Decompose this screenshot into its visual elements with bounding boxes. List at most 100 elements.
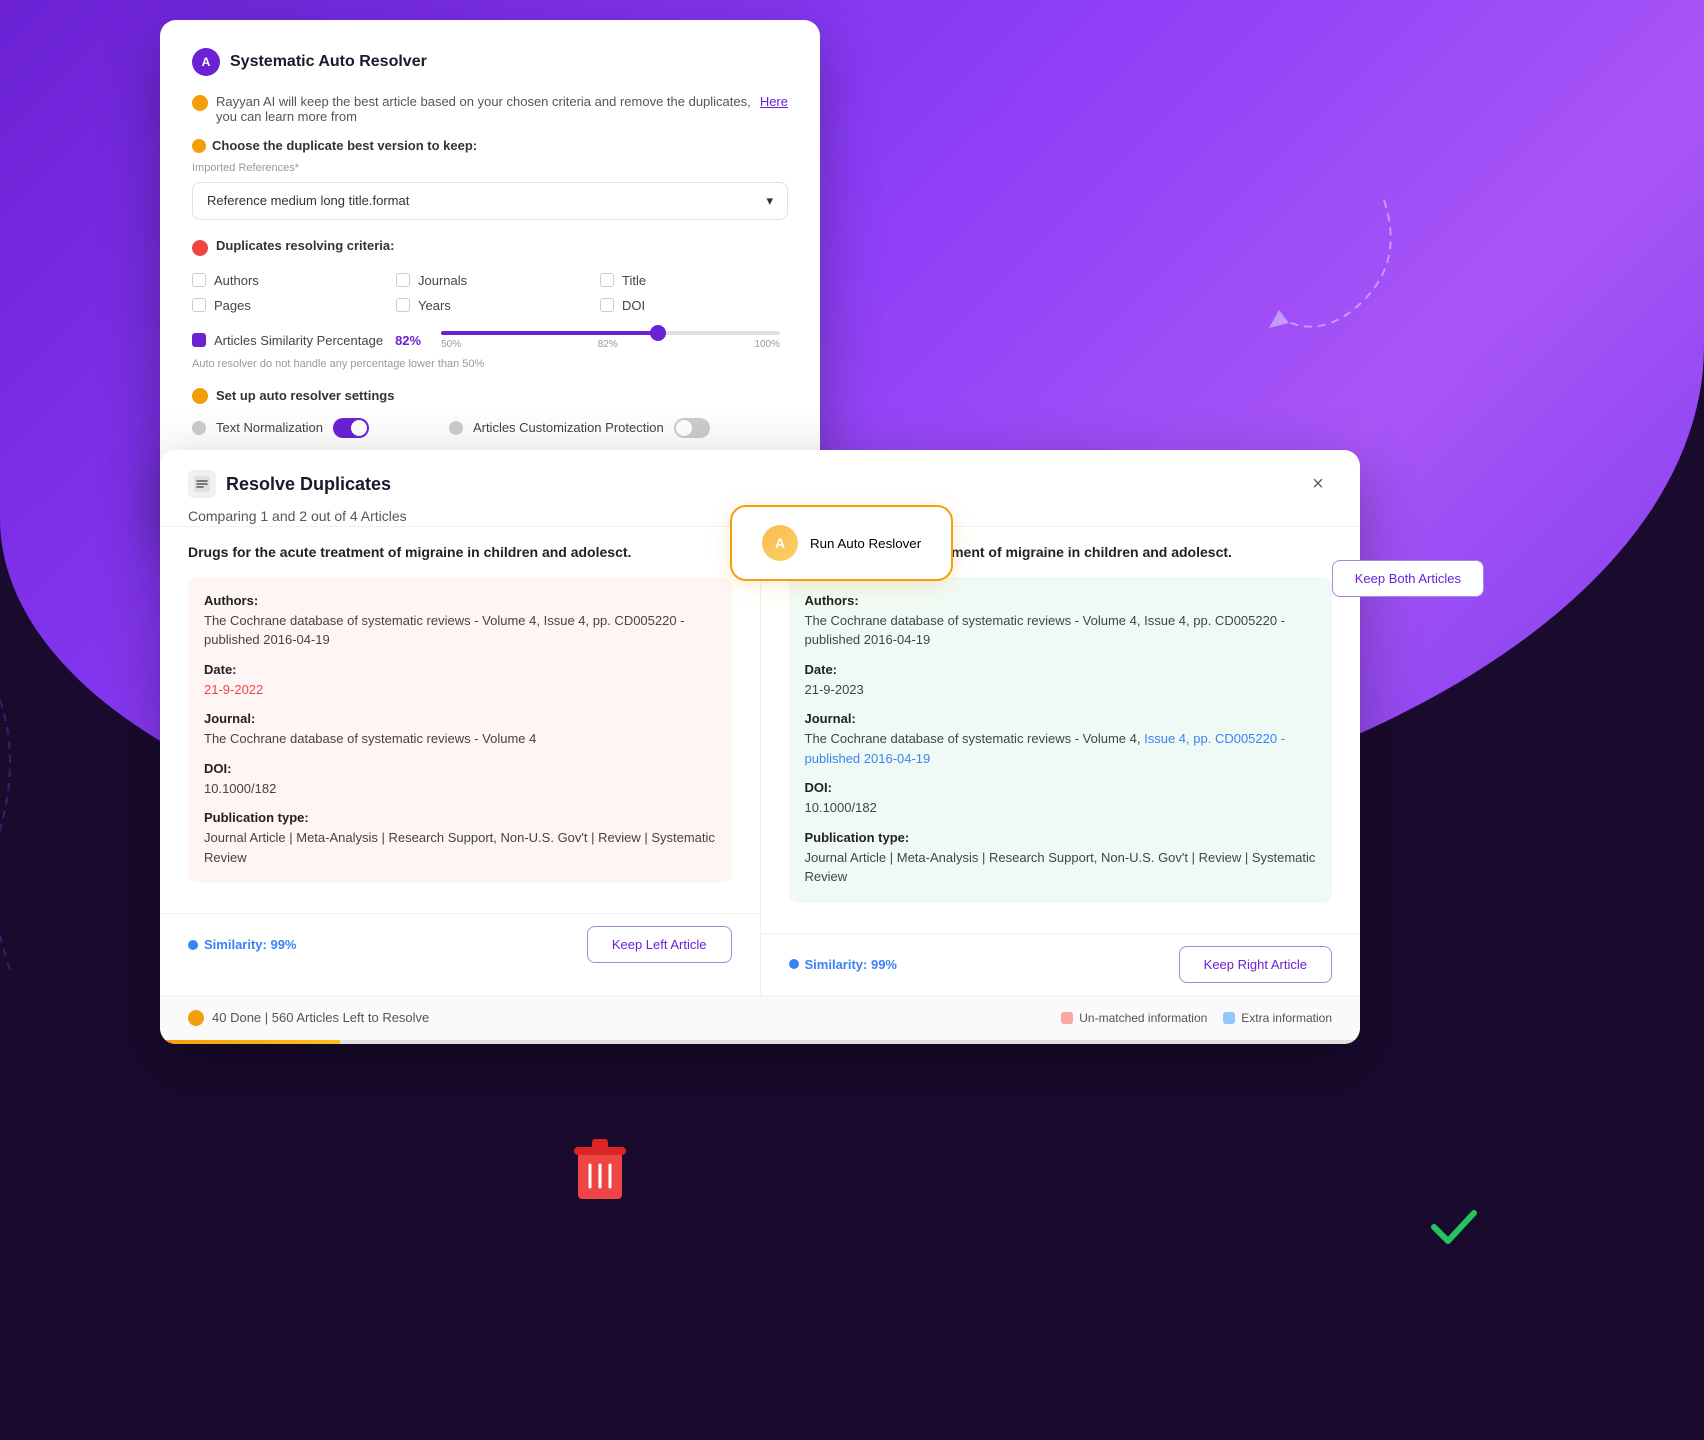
years-label: Years bbox=[418, 298, 451, 313]
slider-fill bbox=[441, 331, 661, 335]
imported-label: Imported References* bbox=[192, 162, 788, 174]
auto-btn-icon: A bbox=[762, 525, 798, 561]
similarity-label: Articles Similarity Percentage bbox=[214, 333, 383, 348]
auto-resolver-modal: A Systematic Auto Resolver Rayyan AI wil… bbox=[160, 20, 820, 522]
keep-both-button[interactable]: Keep Both Articles bbox=[1332, 560, 1484, 597]
close-button[interactable]: × bbox=[1304, 470, 1332, 498]
legend-extra-text: Extra information bbox=[1241, 1011, 1332, 1025]
similarity-checkbox[interactable] bbox=[192, 333, 206, 347]
right-article-content: Drugs for the acute treatment of migrain… bbox=[761, 527, 1361, 933]
years-checkbox[interactable] bbox=[396, 298, 410, 312]
left-authors: Authors: The Cochrane database of system… bbox=[204, 593, 716, 650]
right-panel-footer: Similarity: 99% Keep Right Article bbox=[761, 933, 1361, 995]
left-similarity-badge: Similarity: 99% bbox=[188, 937, 297, 952]
criteria-section: Duplicates resolving criteria: bbox=[192, 238, 788, 259]
toggle-knob-2 bbox=[676, 420, 692, 436]
right-authors-val: The Cochrane database of systematic revi… bbox=[805, 611, 1317, 650]
criteria-pages[interactable]: Pages bbox=[192, 298, 380, 313]
keep-right-button[interactable]: Keep Right Article bbox=[1179, 946, 1332, 983]
right-journal-val: The Cochrane database of systematic revi… bbox=[805, 729, 1317, 768]
right-article-panel: Drugs for the acute treatment of migrain… bbox=[761, 527, 1361, 995]
format-dropdown[interactable]: Reference medium long title.format ▾ bbox=[192, 182, 788, 220]
resolve-title: Resolve Duplicates bbox=[226, 474, 391, 495]
progress-bar-container bbox=[160, 1040, 1360, 1044]
auto-resolver-btn-area: A Run Auto Reslover bbox=[730, 505, 953, 581]
status-bolt-icon bbox=[188, 1010, 204, 1026]
comparing-label: Comparing 1 and 2 out of 4 Articles bbox=[188, 508, 407, 524]
legend-red-dot bbox=[1061, 1012, 1073, 1024]
left-panel-footer: Similarity: 99% Keep Left Article bbox=[160, 913, 760, 975]
sim-dot-right bbox=[789, 959, 799, 969]
normalization-toggle[interactable] bbox=[333, 418, 369, 438]
right-doi-val: 10.1000/182 bbox=[805, 798, 1317, 818]
slider-labels: 50% 82% 100% bbox=[441, 339, 780, 350]
progress-bar-fill bbox=[160, 1040, 340, 1044]
doi-checkbox[interactable] bbox=[600, 298, 614, 312]
info-text: Rayyan AI will keep the best article bas… bbox=[216, 94, 752, 124]
left-pubtype-key: Publication type: bbox=[204, 810, 716, 825]
modal-title: Systematic Auto Resolver bbox=[230, 53, 427, 71]
left-journal: Journal: The Cochrane database of system… bbox=[204, 711, 716, 749]
title-checkbox[interactable] bbox=[600, 273, 614, 287]
left-pubtype-val: Journal Article | Meta-Analysis | Resear… bbox=[204, 828, 716, 867]
customization-info-icon bbox=[449, 421, 463, 435]
toggle-knob bbox=[351, 420, 367, 436]
pages-checkbox[interactable] bbox=[192, 298, 206, 312]
legend-blue-dot bbox=[1223, 1012, 1235, 1024]
legend-extra: Extra information bbox=[1223, 1011, 1332, 1025]
customization-toggle[interactable] bbox=[674, 418, 710, 438]
pages-label: Pages bbox=[214, 298, 251, 313]
checkmark-overlay bbox=[1424, 1195, 1484, 1260]
left-doi-val: 10.1000/182 bbox=[204, 779, 716, 799]
right-similarity-text: Similarity: 99% bbox=[805, 957, 898, 972]
customization-toggle-item[interactable]: Articles Customization Protection bbox=[449, 418, 710, 438]
left-article-details: Authors: The Cochrane database of system… bbox=[188, 577, 732, 884]
criteria-title[interactable]: Title bbox=[600, 273, 788, 288]
trash-icon-overlay[interactable] bbox=[570, 1135, 630, 1210]
slider-note: Auto resolver do not handle any percenta… bbox=[192, 358, 788, 370]
doi-label: DOI bbox=[622, 298, 645, 313]
chevron-down-icon: ▾ bbox=[766, 193, 773, 209]
info-link[interactable]: Here bbox=[760, 94, 788, 109]
left-article-title: Drugs for the acute treatment of migrain… bbox=[188, 543, 732, 563]
info-icon bbox=[192, 95, 208, 111]
left-date-val: 21-9-2022 bbox=[204, 680, 716, 700]
keep-left-button[interactable]: Keep Left Article bbox=[587, 926, 732, 963]
criteria-grid: Authors Journals Title Pages Years DOI bbox=[192, 273, 788, 313]
similarity-checkbox-item[interactable]: Articles Similarity Percentage bbox=[192, 333, 383, 348]
run-auto-resolver-button[interactable]: A Run Auto Reslover bbox=[730, 505, 953, 581]
normalization-info-icon bbox=[192, 421, 206, 435]
right-doi-key: DOI: bbox=[805, 780, 1317, 795]
left-similarity-text: Similarity: 99% bbox=[204, 937, 297, 952]
right-pubtype-key: Publication type: bbox=[805, 830, 1317, 845]
criteria-authors[interactable]: Authors bbox=[192, 273, 380, 288]
right-journal-key: Journal: bbox=[805, 711, 1317, 726]
sim-dot-left bbox=[188, 940, 198, 950]
legend-unmatched-text: Un-matched information bbox=[1079, 1011, 1207, 1025]
left-doi: DOI: 10.1000/182 bbox=[204, 761, 716, 799]
similarity-slider[interactable]: 50% 82% 100% bbox=[441, 331, 780, 350]
dashed-arrow-top bbox=[1204, 180, 1424, 400]
toggle-row: Text Normalization Articles Customizatio… bbox=[192, 418, 788, 438]
right-authors: Authors: The Cochrane database of system… bbox=[805, 593, 1317, 650]
right-authors-key: Authors: bbox=[805, 593, 1317, 608]
criteria-journals[interactable]: Journals bbox=[396, 273, 584, 288]
journals-checkbox[interactable] bbox=[396, 273, 410, 287]
dashed-arrow-left bbox=[0, 680, 110, 1000]
text-normalization-toggle-item[interactable]: Text Normalization bbox=[192, 418, 369, 438]
right-similarity-badge: Similarity: 99% bbox=[789, 957, 898, 972]
resolve-panel-header: Resolve Duplicates × bbox=[160, 450, 1360, 498]
right-pubtype: Publication type: Journal Article | Meta… bbox=[805, 830, 1317, 887]
normalization-label: Text Normalization bbox=[216, 420, 323, 435]
title-label: Title bbox=[622, 273, 646, 288]
left-date: Date: 21-9-2022 bbox=[204, 662, 716, 700]
similarity-row: Articles Similarity Percentage 82% 50% 8… bbox=[192, 331, 788, 350]
status-left: 40 Done | 560 Articles Left to Resolve bbox=[188, 1010, 429, 1026]
criteria-years[interactable]: Years bbox=[396, 298, 584, 313]
left-article-content: Drugs for the acute treatment of migrain… bbox=[160, 527, 760, 913]
criteria-doi[interactable]: DOI bbox=[600, 298, 788, 313]
right-date: Date: 21-9-2023 bbox=[805, 662, 1317, 700]
modal-header: A Systematic Auto Resolver bbox=[192, 48, 788, 76]
status-bar: 40 Done | 560 Articles Left to Resolve U… bbox=[160, 995, 1360, 1040]
authors-checkbox[interactable] bbox=[192, 273, 206, 287]
